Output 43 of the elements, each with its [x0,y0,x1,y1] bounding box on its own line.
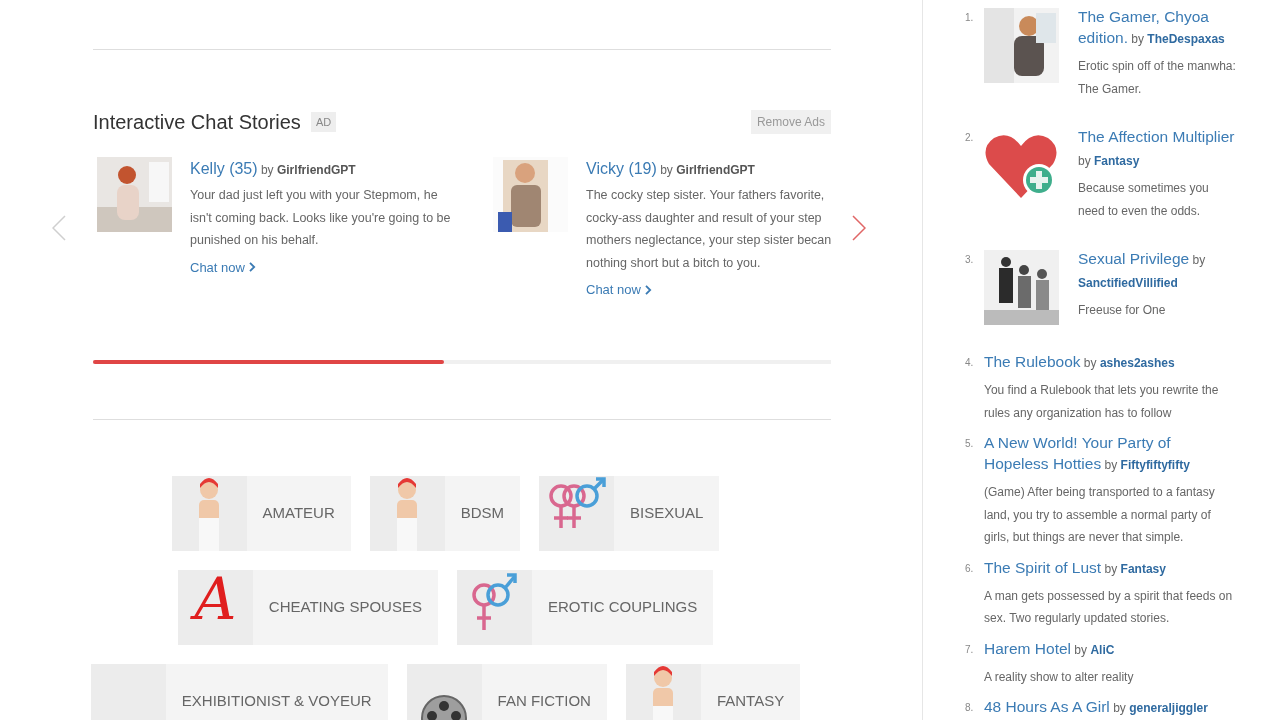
story-description: You find a Rulebook that lets you rewrite the rules any organization has to follow [984,382,1220,422]
story-title[interactable]: Sexual Privilege by SanctifiedVillified [1078,248,1240,294]
rank-number: 2. [965,131,975,145]
story-description: Because sometimes you need to even the odds. [1078,180,1210,220]
story-title[interactable]: The Rulebook by ashes2ashes [984,351,1240,374]
gender-symbols-icon [546,475,607,531]
story-description: A reality show to alter reality [984,668,1135,686]
rank-number: 1. [965,11,975,25]
story-title[interactable]: 48 Hours As A Girl by generaljiggler [984,696,1240,719]
story-title[interactable]: The Spirit of Lust by Fantasy [984,556,1240,580]
chevron-icon [248,262,256,273]
rank-number: 3. [965,253,975,267]
story-description: A man gets possessed by a spirit that feeds on sex. Two regularly updated stories. [984,587,1234,627]
chat-now-link[interactable]: Chat now [190,257,450,277]
rank-number: 8. [965,701,975,715]
category-tile[interactable]: EROTIC COUPLINGS [456,569,714,645]
category-tile[interactable]: A CHEATING SPOUSES [177,569,438,645]
category-tile[interactable]: AMATEUR [171,475,351,551]
rank-number: 5. [965,437,975,451]
story-description: Erotic spin off of the manwha: The Gamer. [1078,58,1237,98]
category-tile[interactable]: FANTASY [625,663,801,720]
story-title[interactable]: Harem Hotel by AliC [984,637,1240,661]
category-tile[interactable]: BDSM [369,475,521,551]
chat-now-link[interactable]: Chat now [586,280,846,300]
section-title: Interactive Chat Stories [93,110,301,135]
rank-number: 6. [965,561,975,576]
next-icon[interactable] [852,215,866,242]
chat-description: The cocky step sister. Your fathers favorite, cocky-ass daughter and result of your step mothers neglectance, your step sister becan nothing short but a bitch to you. [586,187,833,272]
chevron-icon [644,284,652,295]
chat-description: Your dad just left you with your Stepmom, he isn't coming back. Looks like you're going to be punished on his behalf. [190,187,452,249]
chat-card-title[interactable]: Vicky (19) by GirlfriendGPT [586,157,846,181]
story-description: Freeuse for One [1078,302,1167,319]
rank-number: 7. [965,642,975,657]
story-description: (Game) After being transported to a fantasy land, you try to assemble a normal party of girls, but things are never that simple. [984,484,1216,546]
category-tile[interactable]: FAN FICTION [406,663,607,720]
rank-number: 4. [965,356,975,370]
story-title[interactable]: A New World! Your Party of Hopeless Hotties by Fiftyfiftyfifty [984,432,1240,476]
story-title[interactable]: The Gamer, Chyoa edition. by TheDespaxas [1078,6,1240,50]
ad-badge: AD [310,111,337,133]
category-tile[interactable]: BISEXUAL [539,475,720,551]
story-title[interactable]: The Affection Multiplier by Fantasy [1078,126,1240,172]
category-tile[interactable]: EXHIBITIONIST & VOYEUR [90,663,388,720]
chat-card-title[interactable]: Kelly (35) by GirlfriendGPT [190,157,450,181]
